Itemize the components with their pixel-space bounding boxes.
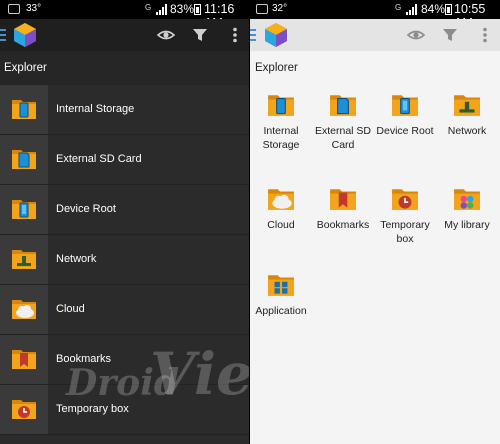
list-item-external-sd-card[interactable]: External SD Card: [0, 135, 249, 185]
more-options-icon[interactable]: [226, 26, 244, 44]
more-options-icon[interactable]: [476, 26, 494, 44]
device-root-icon: [0, 185, 48, 234]
internal-storage-icon: [0, 85, 48, 134]
filter-icon[interactable]: [441, 26, 459, 44]
grid-item-label: Device Root: [376, 125, 434, 137]
grid-item-cloud[interactable]: Cloud: [250, 186, 312, 232]
temperature: 32°: [272, 3, 288, 14]
sd-card-icon: [330, 95, 356, 116]
grid-item-label: Internal Storage: [262, 125, 300, 151]
bookmarks-icon: [0, 335, 48, 384]
grid-item-label: Bookmarks: [316, 219, 370, 231]
grid-item-external-sd-card[interactable]: External SD Card: [312, 92, 374, 152]
grid-item-my-library[interactable]: My library: [436, 186, 498, 232]
battery-percent: 84%: [421, 2, 446, 16]
list-item-label: External SD Card: [56, 153, 142, 165]
list-item-label: Device Root: [56, 203, 116, 215]
app-bar: [250, 19, 500, 51]
grid-item-temporary-box[interactable]: Temporary box: [374, 186, 436, 246]
section-header: Explorer: [0, 51, 249, 85]
list-item-device-root[interactable]: Device Root: [0, 185, 249, 235]
watermark-views: Views: [150, 340, 249, 408]
battery-percent: 83%: [170, 2, 195, 16]
bookmarks-icon: [330, 189, 356, 210]
battery-icon: [194, 4, 201, 15]
drawer-icon[interactable]: [0, 29, 6, 41]
list-item-internal-storage[interactable]: Internal Storage: [0, 85, 249, 135]
left-screen: 33° G 83% 11:16 AM: [0, 0, 249, 444]
filter-icon[interactable]: [191, 26, 209, 44]
app-logo-icon[interactable]: [12, 22, 38, 48]
network-type: G: [145, 3, 152, 12]
app-logo-icon[interactable]: [263, 22, 289, 48]
status-bar: 32° G 84% 10:55 AM: [250, 0, 500, 30]
list-item-network[interactable]: Network: [0, 235, 249, 285]
internal-storage-icon: [268, 95, 294, 116]
right-screen: 32° G 84% 10:55 AM: [250, 0, 500, 444]
grid-item-label: Temporary box: [380, 219, 430, 245]
network-icon: [0, 235, 48, 284]
temporary-box-icon: [0, 385, 48, 434]
list-item-label: Internal Storage: [56, 103, 135, 115]
weather-icon: [256, 4, 268, 14]
list-item-label: Cloud: [56, 303, 85, 315]
grid-item-internal-storage[interactable]: Internal Storage: [250, 92, 312, 152]
grid-item-application[interactable]: Application: [250, 272, 312, 318]
grid-item-bookmarks[interactable]: Bookmarks: [312, 186, 374, 232]
screenshot-pair: 33° G 83% 11:16 AM: [0, 0, 500, 444]
list-item-cloud[interactable]: Cloud: [0, 285, 249, 335]
app-bar: [0, 19, 249, 51]
temporary-box-icon: [392, 189, 418, 210]
application-icon: [268, 275, 294, 296]
page-title: Explorer: [4, 62, 47, 74]
cloud-icon: [268, 189, 294, 210]
grid-item-label: My library: [444, 219, 490, 231]
list-item-label: Temporary box: [56, 403, 129, 415]
grid-item-label: Cloud: [267, 219, 295, 231]
battery-icon: [445, 4, 452, 15]
grid-item-network[interactable]: Network: [436, 92, 498, 138]
eye-icon[interactable]: [157, 26, 175, 44]
grid-item-label: Network: [447, 125, 487, 137]
status-bar: 33° G 83% 11:16 AM: [0, 0, 249, 30]
list-item-label: Network: [56, 253, 97, 265]
cloud-icon: [0, 285, 48, 334]
eye-icon[interactable]: [407, 26, 425, 44]
device-root-icon: [392, 95, 418, 116]
sd-card-icon: [0, 135, 48, 184]
drawer-icon[interactable]: [250, 29, 256, 41]
temperature: 33°: [26, 3, 42, 14]
network-icon: [454, 95, 480, 116]
my-library-icon: [454, 189, 480, 210]
grid-item-label: External SD Card: [314, 125, 372, 151]
section-header: Explorer: [250, 51, 500, 85]
signal-icon: [406, 4, 418, 15]
signal-icon: [156, 4, 168, 15]
page-title: Explorer: [255, 62, 298, 74]
weather-icon: [8, 4, 20, 14]
network-type: G: [395, 3, 402, 12]
grid-item-device-root[interactable]: Device Root: [374, 92, 436, 138]
grid-item-label: Application: [255, 305, 307, 317]
